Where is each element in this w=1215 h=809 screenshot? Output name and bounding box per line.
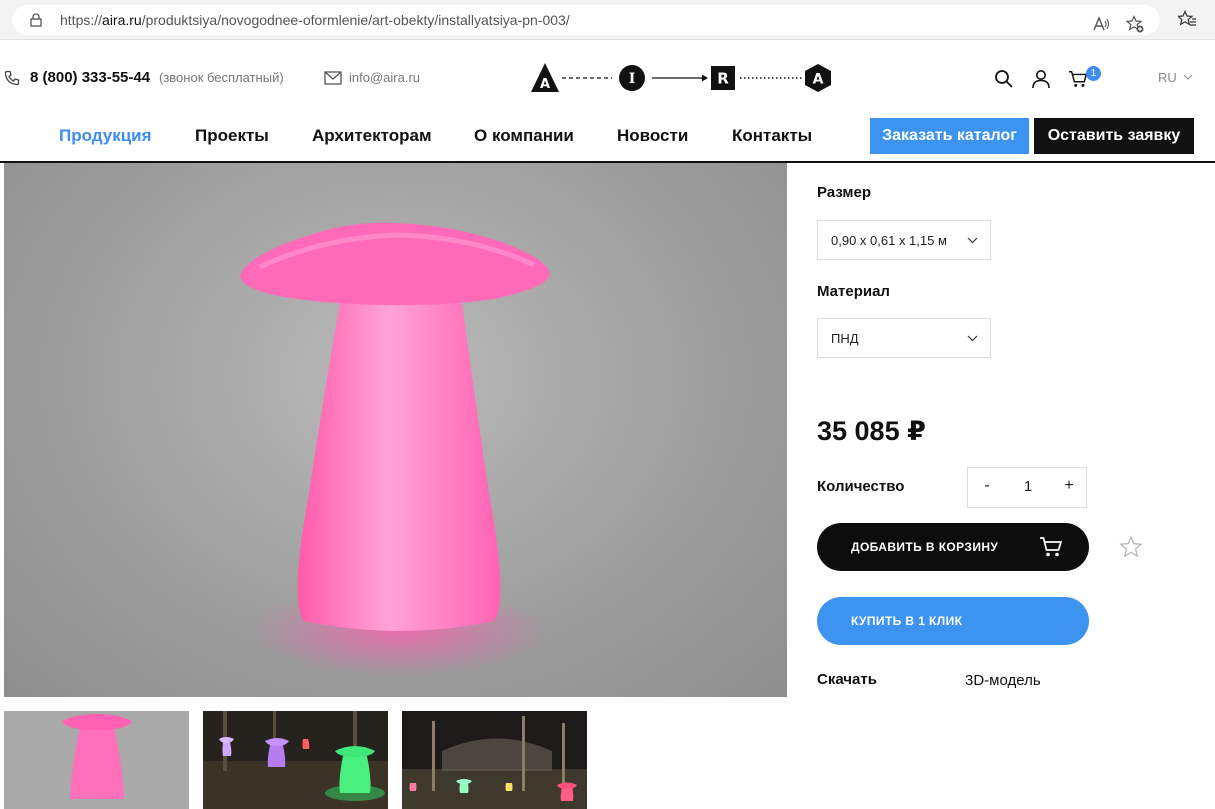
phone-icon (4, 70, 20, 86)
quantity-decrease-button[interactable]: - (978, 477, 996, 495)
add-to-cart-label: ДОБАВИТЬ В КОРЗИНУ (851, 540, 999, 554)
thumbnail-2[interactable] (203, 711, 388, 809)
quantity-label: Количество (817, 478, 905, 495)
order-catalog-button[interactable]: Заказать каталог (870, 118, 1029, 154)
phone-number[interactable]: 8 (800) 333-55-44 (30, 69, 150, 86)
search-icon[interactable] (994, 69, 1014, 89)
logo-letter-3: R (717, 70, 729, 88)
logo-letter-1: A (540, 77, 550, 92)
quantity-stepper: - 1 + (967, 467, 1087, 508)
phone-note: (звонок бесплатный) (159, 70, 284, 85)
add-to-cart-button[interactable]: ДОБАВИТЬ В КОРЗИНУ (817, 523, 1089, 571)
cart-count-badge: 1 (1086, 66, 1101, 81)
size-select-value: 0,90 х 0,61 х 1,15 м (831, 233, 947, 248)
nav-item-contacts[interactable]: Контакты (732, 126, 812, 146)
product-main-image[interactable] (4, 163, 787, 697)
user-icon[interactable] (1031, 69, 1051, 89)
quantity-input[interactable]: 1 (1018, 478, 1038, 495)
chevron-down-icon (967, 237, 978, 244)
thumbnail-image (203, 711, 388, 809)
nav-item-about[interactable]: О компании (474, 126, 574, 146)
chevron-down-icon (967, 335, 978, 342)
nav-item-projects[interactable]: Проекты (195, 126, 269, 146)
thumbnail-image (402, 716, 587, 809)
leave-request-button[interactable]: Оставить заявку (1034, 118, 1194, 154)
lock-icon (30, 13, 42, 27)
logo-letter-2: I (629, 71, 636, 87)
buy-one-click-label: КУПИТЬ В 1 КЛИК (851, 614, 963, 628)
material-select-value: ПНД (831, 331, 859, 346)
mail-icon (324, 71, 342, 85)
download-label: Скачать (817, 671, 877, 688)
size-select[interactable]: 0,90 х 0,61 х 1,15 м (817, 220, 991, 260)
quantity-increase-button[interactable]: + (1060, 477, 1078, 495)
address-bar[interactable]: https://aira.ru/produktsiya/novogodnee-o… (12, 5, 1160, 35)
logo-letter-4: A (813, 72, 824, 88)
chevron-down-icon[interactable] (1183, 73, 1193, 81)
star-icon[interactable] (1119, 535, 1143, 559)
nav-item-news[interactable]: Новости (617, 126, 688, 146)
language-selector[interactable]: RU (1158, 70, 1177, 85)
thumbnail-image (62, 714, 132, 799)
address-url[interactable]: https://aira.ru/produktsiya/novogodnee-o… (60, 12, 570, 28)
read-aloud-icon[interactable] (1092, 15, 1110, 33)
cart-icon (1040, 537, 1063, 557)
thumbnail-1[interactable] (4, 711, 189, 809)
nav-item-architects[interactable]: Архитекторам (312, 126, 432, 146)
product-price: 35 085 ₽ (817, 416, 926, 446)
nav-item-products[interactable]: Продукция (59, 126, 152, 146)
buy-one-click-button[interactable]: КУПИТЬ В 1 КЛИК (817, 597, 1089, 645)
mushroom-lamp-image (240, 222, 550, 676)
favorite-add-icon[interactable] (1126, 15, 1144, 33)
browser-toolbar: https://aira.ru/produktsiya/novogodnee-o… (0, 0, 1215, 40)
material-label: Материал (817, 283, 890, 300)
material-select[interactable]: ПНД (817, 318, 991, 358)
favorites-icon[interactable] (1178, 10, 1196, 28)
aira-logo[interactable]: A I R A (530, 62, 834, 94)
cart-icon[interactable] (1068, 69, 1088, 89)
download-3d-model-link[interactable]: 3D-модель (965, 672, 1041, 689)
size-label: Размер (817, 184, 872, 201)
thumbnail-3[interactable] (402, 711, 587, 809)
email-link[interactable]: info@aira.ru (349, 70, 420, 85)
